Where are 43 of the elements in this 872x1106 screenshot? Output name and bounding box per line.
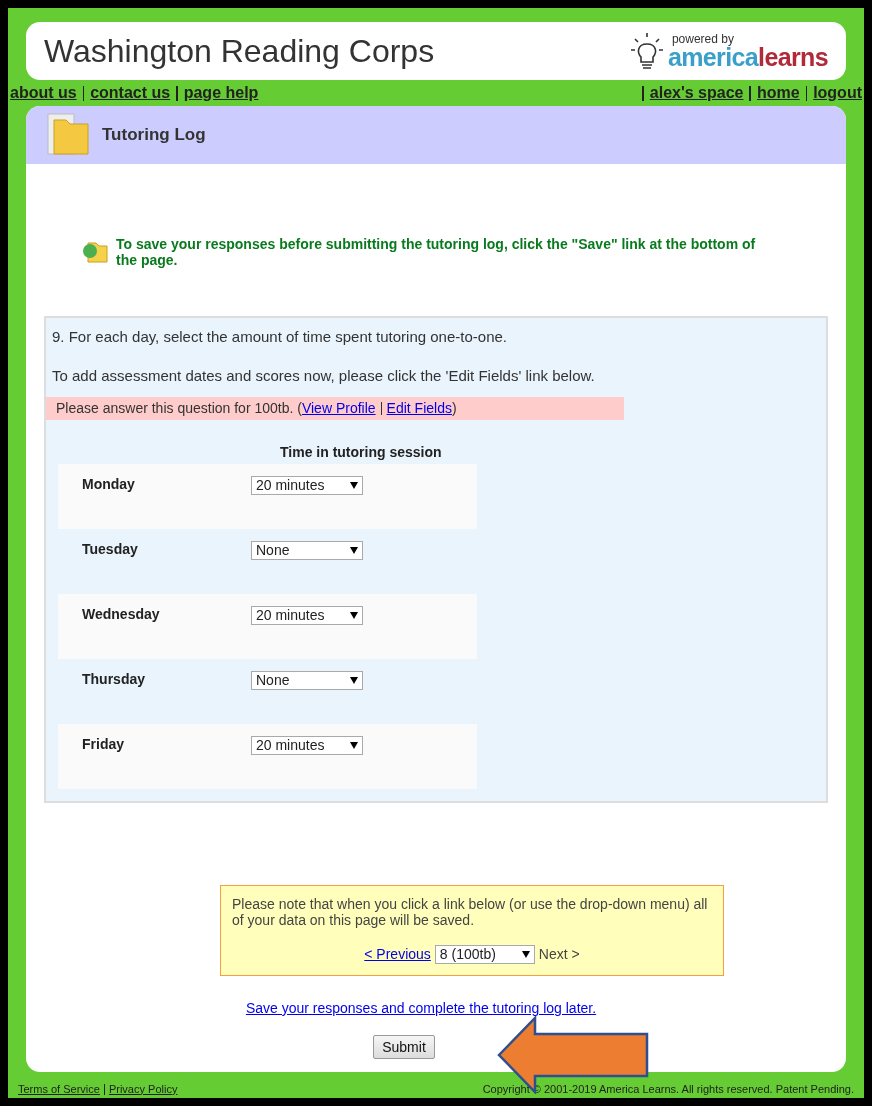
nav-link[interactable]: alex's space	[649, 81, 744, 105]
caret-icon	[521, 951, 530, 958]
footer-link[interactable]: Terms of Service	[18, 1080, 100, 1098]
day-label: Monday	[81, 475, 136, 494]
powered-by-label: powered by	[671, 32, 734, 45]
next-label: Next >	[538, 945, 580, 964]
footer-link[interactable]: Privacy Policy	[108, 1080, 178, 1098]
alert-text: Please answer this question for 100tb. (	[56, 400, 302, 416]
question-hint: To add assessment dates and scores now, please click the 'Edit Fields' link below.	[51, 365, 596, 386]
caret-icon	[350, 677, 358, 684]
dropdown[interactable]: None	[251, 541, 363, 560]
dropdown[interactable]: 20 minutes	[251, 736, 363, 755]
caret-icon	[350, 482, 358, 489]
submit-button[interactable]: Submit	[373, 1035, 435, 1059]
caret-icon	[350, 742, 358, 749]
edit-fields-link[interactable]: Edit Fields	[386, 400, 452, 416]
dropdown[interactable]: 8 (100tb)	[434, 945, 535, 964]
dropdown[interactable]: 20 minutes	[251, 476, 363, 495]
caret-icon	[350, 612, 358, 619]
day-label: Friday	[81, 735, 125, 754]
caret-icon	[350, 547, 358, 554]
save-later-link[interactable]: Save your responses and complete the tutoring log later.	[245, 998, 597, 1019]
nav-link[interactable]: about us	[10, 81, 77, 105]
note-text: Please note that when you click a link below (or use the drop-down menu) all of your data on this page will be saved.	[232, 896, 709, 928]
dropdown[interactable]: 20 minutes	[251, 606, 363, 625]
dropdown[interactable]: None	[251, 671, 363, 690]
page-title: Tutoring Log	[102, 124, 206, 147]
view-profile-link[interactable]: View Profile	[301, 400, 376, 416]
save-notice: To save your responses before submitting the tutoring log, click the "Save" link at the bottom of the page.	[116, 236, 757, 268]
day-label: Wednesday	[81, 605, 161, 624]
day-label: Tuesday	[81, 540, 139, 559]
nav-link[interactable]: logout	[813, 81, 862, 105]
lightbulb-icon	[629, 31, 664, 71]
question-text: 9. For each day, select the amount of time spent tutoring one-to-one.	[51, 327, 508, 347]
nav-link[interactable]: contact us	[90, 81, 171, 105]
site-title: Washington Reading Corps	[44, 32, 435, 71]
day-label: Thursday	[81, 670, 146, 689]
alert-text: )	[451, 400, 457, 416]
nav-link[interactable]: page help	[183, 81, 259, 105]
column-header: Time in tutoring session	[280, 444, 442, 460]
nav-link[interactable]: home	[756, 81, 800, 105]
brand-logo: americalearns	[667, 44, 828, 70]
previous-link[interactable]: < Previous	[364, 944, 431, 965]
